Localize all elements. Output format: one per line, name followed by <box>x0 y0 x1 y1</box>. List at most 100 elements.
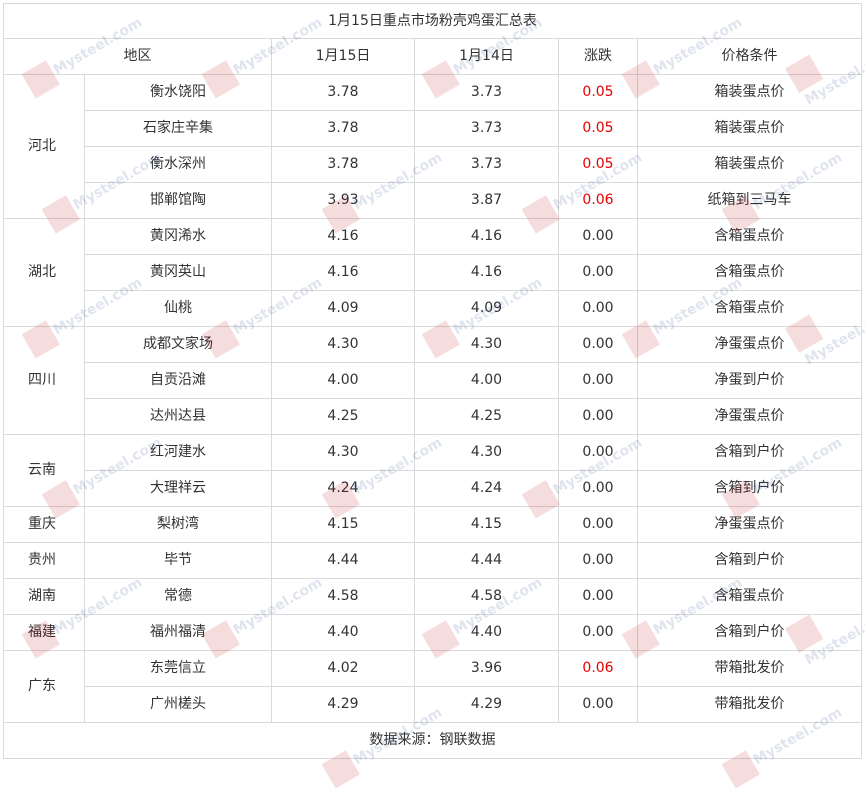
price-yesterday-cell: 4.00 <box>414 362 559 399</box>
price-yesterday-cell: 3.73 <box>414 110 559 147</box>
price-today-cell: 4.30 <box>271 434 415 471</box>
condition-cell: 含箱蛋点价 <box>636 218 863 255</box>
province-cell: 广东 <box>3 650 85 723</box>
change-cell: 0.00 <box>558 398 638 435</box>
condition-cell: 箱装蛋点价 <box>636 110 863 147</box>
market-cell: 梨树湾 <box>84 506 272 543</box>
table-row: 仙桃 4.09 4.09 0.00 含箱蛋点价 <box>4 290 863 327</box>
price-today-cell: 4.30 <box>271 326 415 363</box>
market-cell: 自贡沿滩 <box>84 362 272 399</box>
price-yesterday-cell: 4.29 <box>414 686 559 723</box>
table-row: 湖北 黄冈浠水 4.16 4.16 0.00 含箱蛋点价 <box>3 218 863 327</box>
price-yesterday-cell: 4.40 <box>414 614 559 651</box>
change-cell: 0.06 <box>558 182 638 219</box>
province-cell: 河北 <box>3 74 85 219</box>
condition-cell: 带箱批发价 <box>636 686 863 723</box>
price-today-cell: 3.78 <box>271 146 415 183</box>
header-date2: 1月14日 <box>414 38 559 75</box>
price-today-cell: 4.24 <box>271 470 415 507</box>
table-row: 衡水深州 3.78 3.73 0.05 箱装蛋点价 <box>4 146 863 183</box>
change-cell: 0.00 <box>558 686 638 723</box>
condition-cell: 含箱到户价 <box>636 614 863 651</box>
condition-cell: 纸箱到三马车 <box>636 182 863 219</box>
price-yesterday-cell: 3.73 <box>414 146 559 183</box>
condition-cell: 净蛋到户价 <box>636 362 863 399</box>
change-cell: 0.05 <box>558 110 638 147</box>
market-cell: 福州福清 <box>84 614 272 651</box>
change-cell: 0.05 <box>558 146 638 183</box>
market-cell: 石家庄辛集 <box>84 110 272 147</box>
market-cell: 衡水饶阳 <box>84 74 272 111</box>
condition-cell: 含箱到户价 <box>636 470 863 507</box>
change-cell: 0.00 <box>558 362 638 399</box>
table-row: 广东 东莞信立 4.02 3.96 0.06 带箱批发价 <box>3 650 863 723</box>
table-row: 河北 衡水饶阳 3.78 3.73 0.05 箱装蛋点价 <box>3 74 863 219</box>
price-table-container: 1月15日重点市场粉壳鸡蛋汇总表 地区 1月15日 1月14日 涨跌 价格条件 … <box>2 3 863 759</box>
price-yesterday-cell: 4.24 <box>414 470 559 507</box>
price-today-cell: 4.29 <box>271 686 415 723</box>
condition-cell: 含箱蛋点价 <box>636 254 863 291</box>
change-cell: 0.00 <box>558 542 638 579</box>
data-source: 数据来源：钢联数据 <box>2 722 863 759</box>
change-cell: 0.00 <box>558 506 638 543</box>
header-region: 地区 <box>3 38 272 75</box>
price-today-cell: 3.78 <box>271 110 415 147</box>
table-row: 自贡沿滩 4.00 4.00 0.00 净蛋到户价 <box>4 362 863 399</box>
price-yesterday-cell: 4.16 <box>414 218 559 255</box>
price-yesterday-cell: 4.44 <box>414 542 559 579</box>
price-today-cell: 4.15 <box>271 506 415 543</box>
change-cell: 0.00 <box>558 218 638 255</box>
province-cell: 四川 <box>3 326 85 435</box>
market-cell: 黄冈英山 <box>84 254 272 291</box>
header-change: 涨跌 <box>558 38 638 75</box>
price-today-cell: 4.25 <box>271 398 415 435</box>
market-cell: 黄冈浠水 <box>84 218 272 255</box>
condition-cell: 带箱批发价 <box>636 650 863 687</box>
market-cell: 红河建水 <box>84 434 272 471</box>
table-row: 贵州 毕节 4.44 4.44 0.00 含箱到户价 <box>3 542 863 579</box>
price-yesterday-cell: 4.16 <box>414 254 559 291</box>
condition-cell: 箱装蛋点价 <box>636 74 863 111</box>
price-yesterday-cell: 4.58 <box>414 578 559 615</box>
header-date1: 1月15日 <box>271 38 415 75</box>
table-row: 石家庄辛集 3.78 3.73 0.05 箱装蛋点价 <box>4 110 863 147</box>
table-row: 四川 成都文家场 4.30 4.30 0.00 净蛋蛋点价 <box>3 326 863 435</box>
price-today-cell: 4.00 <box>271 362 415 399</box>
price-today-cell: 4.16 <box>271 254 415 291</box>
price-yesterday-cell: 4.15 <box>414 506 559 543</box>
province-cell: 湖北 <box>3 218 85 327</box>
price-yesterday-cell: 4.09 <box>414 290 559 327</box>
condition-cell: 净蛋蛋点价 <box>636 506 863 543</box>
price-yesterday-cell: 3.73 <box>414 74 559 111</box>
market-cell: 毕节 <box>84 542 272 579</box>
condition-cell: 含箱蛋点价 <box>636 578 863 615</box>
province-cell: 湖南 <box>3 578 85 615</box>
market-cell: 常德 <box>84 578 272 615</box>
egg-price-table: 1月15日重点市场粉壳鸡蛋汇总表 地区 1月15日 1月14日 涨跌 价格条件 … <box>2 3 863 759</box>
change-cell: 0.06 <box>558 650 638 687</box>
market-cell: 达州达县 <box>84 398 272 435</box>
condition-cell: 含箱到户价 <box>636 542 863 579</box>
change-cell: 0.00 <box>558 470 638 507</box>
province-cell: 福建 <box>3 614 85 651</box>
condition-cell: 含箱蛋点价 <box>636 290 863 327</box>
condition-cell: 净蛋蛋点价 <box>636 398 863 435</box>
table-row: 重庆 梨树湾 4.15 4.15 0.00 净蛋蛋点价 <box>3 506 863 543</box>
price-yesterday-cell: 4.25 <box>414 398 559 435</box>
price-today-cell: 4.02 <box>271 650 415 687</box>
market-cell: 大理祥云 <box>84 470 272 507</box>
table-row: 广州槎头 4.29 4.29 0.00 带箱批发价 <box>4 686 863 723</box>
price-today-cell: 3.78 <box>271 74 415 111</box>
price-today-cell: 4.44 <box>271 542 415 579</box>
table-body: 河北 衡水饶阳 3.78 3.73 0.05 箱装蛋点价 石家庄辛集 3.78 3.73 0.05… <box>3 74 863 723</box>
table-row: 云南 红河建水 4.30 4.30 0.00 含箱到户价 <box>3 434 863 507</box>
market-cell: 邯郸馆陶 <box>84 182 272 219</box>
price-today-cell: 4.09 <box>271 290 415 327</box>
price-today-cell: 4.16 <box>271 218 415 255</box>
change-cell: 0.05 <box>558 74 638 111</box>
table-row: 黄冈英山 4.16 4.16 0.00 含箱蛋点价 <box>4 254 863 291</box>
province-cell: 贵州 <box>3 542 85 579</box>
price-yesterday-cell: 3.96 <box>414 650 559 687</box>
market-cell: 东莞信立 <box>84 650 272 687</box>
province-cell: 重庆 <box>3 506 85 543</box>
